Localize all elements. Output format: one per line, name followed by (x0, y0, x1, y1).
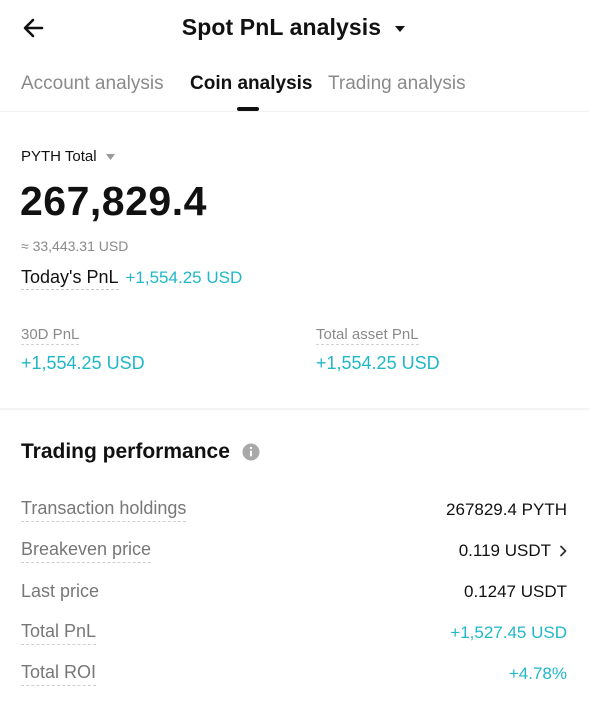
performance-row-total-roi: Total ROI +4.78% (21, 659, 567, 689)
tab-coin-analysis[interactable]: Coin analysis (190, 73, 313, 95)
pnl-30d-label[interactable]: 30D PnL (21, 326, 80, 345)
performance-value: 0.1247 USDT (464, 582, 567, 601)
performance-label[interactable]: Total ROI (21, 662, 97, 686)
performance-row-last-price: Last price 0.1247 USDT (21, 577, 567, 607)
caret-down-icon (105, 153, 115, 160)
todays-pnl-value: +1,554.25 USD (125, 268, 243, 287)
tab-account-analysis[interactable]: Account analysis (21, 73, 164, 95)
caret-down-icon (395, 25, 406, 32)
pnl-30d-value: +1,554.25 USD (21, 353, 145, 373)
usd-equivalent: ≈ 33,443.31 USD (21, 238, 129, 254)
total-asset-pnl-value: +1,554.25 USD (316, 353, 440, 373)
coin-total-amount: 267,829.4 (20, 178, 207, 224)
performance-row-total-pnl: Total PnL +1,527.45 USD (21, 618, 567, 648)
trading-performance-header: Trading performance (21, 440, 260, 464)
performance-label: Last price (21, 580, 100, 601)
performance-row-transaction-holdings: Transaction holdings 267829.4 PYTH (21, 495, 567, 525)
title-dropdown[interactable]: Spot PnL analysis (0, 14, 589, 41)
performance-value-with-link[interactable]: 0.119 USDT (459, 541, 567, 561)
performance-value: 0.119 USDT (458, 541, 551, 560)
performance-label[interactable]: Breakeven price (21, 539, 152, 563)
section-title: Trading performance (21, 440, 230, 463)
todays-pnl-label[interactable]: Today's PnL (21, 267, 119, 290)
performance-row-breakeven-price[interactable]: Breakeven price 0.119 USDT (21, 536, 567, 566)
coin-selector[interactable]: PYTH Total (21, 148, 116, 165)
tab-bar: Account analysis Coin analysis Trading a… (0, 66, 589, 112)
coin-label: PYTH Total (21, 148, 97, 165)
performance-value: 267829.4 PYTH (446, 500, 567, 519)
todays-pnl-row: Today's PnL +1,554.25 USD (21, 267, 242, 290)
performance-value: +1,527.45 USD (450, 623, 567, 642)
total-asset-pnl-label[interactable]: Total asset PnL (316, 326, 419, 345)
performance-label[interactable]: Transaction holdings (21, 498, 187, 522)
tab-trading-analysis[interactable]: Trading analysis (328, 73, 466, 95)
performance-label[interactable]: Total PnL (21, 621, 97, 645)
chevron-right-icon (560, 545, 567, 557)
active-tab-indicator (237, 107, 259, 111)
page-title: Spot PnL analysis (181, 14, 382, 40)
header: Spot PnL analysis (0, 0, 589, 60)
performance-value: +4.78% (508, 664, 567, 683)
section-divider (0, 408, 589, 410)
info-icon[interactable] (242, 443, 260, 461)
